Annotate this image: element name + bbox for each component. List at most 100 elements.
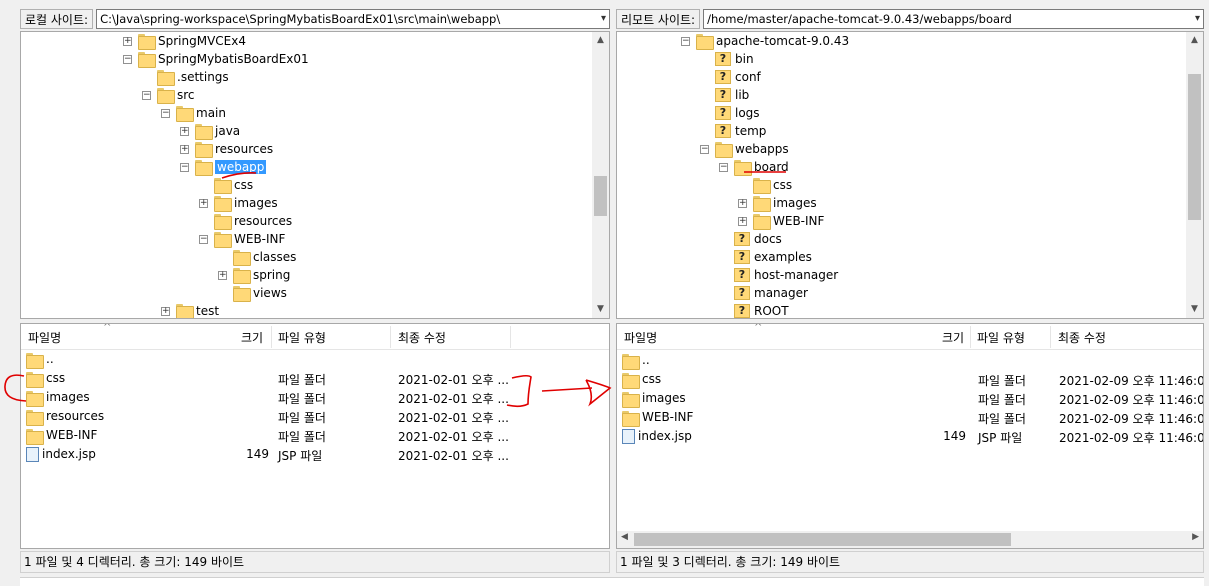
scroll-thumb[interactable] xyxy=(1188,74,1201,220)
file-row[interactable]: WEB-INF 파일 폴더 2021-02-09 오후 11:46:00 xyxy=(617,408,1203,427)
local-directory-tree[interactable]: ▲ ▼ + SpringMVCEx4 − SpringMybatisBoardEx01… xyxy=(20,31,610,319)
tree-node[interactable]: − src xyxy=(142,86,195,104)
tree-node[interactable]: classes xyxy=(218,248,296,266)
remote-file-list[interactable]: 파일명 ^ 크기 파일 유형 최종 수정 ◀ ▶ .. css 파일 폴더 2021-… xyxy=(616,323,1204,549)
file-row[interactable]: .. xyxy=(21,350,609,369)
tree-node[interactable]: + resources xyxy=(180,140,273,158)
chevron-down-icon[interactable]: ▾ xyxy=(1195,10,1200,28)
collapse-icon[interactable]: − xyxy=(719,162,728,172)
file-name-cell: css xyxy=(622,372,661,389)
tree-node[interactable]: + WEB-INF xyxy=(738,212,824,230)
tree-node[interactable]: ? ROOT xyxy=(719,302,789,318)
tree-node[interactable]: css xyxy=(738,176,792,194)
collapse-icon[interactable]: − xyxy=(180,162,189,172)
tree-node[interactable]: css xyxy=(199,176,253,194)
expand-icon[interactable]: + xyxy=(218,270,227,280)
tree-node[interactable]: + spring xyxy=(218,266,290,284)
remote-tree-scrollbar[interactable]: ▲ ▼ xyxy=(1186,32,1203,318)
scroll-thumb[interactable] xyxy=(634,533,1011,546)
file-row[interactable]: css 파일 폴더 2021-02-09 오후 11:46:00 xyxy=(617,370,1203,389)
tree-node[interactable]: − main xyxy=(161,104,226,122)
expand-icon[interactable]: + xyxy=(738,216,747,226)
tree-node[interactable]: ? host-manager xyxy=(719,266,838,284)
folder-icon xyxy=(214,178,232,194)
file-type-cell: JSP 파일 xyxy=(978,431,1023,445)
collapse-icon[interactable]: − xyxy=(681,36,690,46)
tree-node[interactable]: ? bin xyxy=(700,50,754,68)
remote-site-bar: 리모트 사이트: /home/master/apache-tomcat-9.0.… xyxy=(616,8,1204,30)
expand-icon[interactable]: + xyxy=(738,198,747,208)
tree-node[interactable]: ? logs xyxy=(700,104,760,122)
column-type-header[interactable]: 파일 유형 xyxy=(278,329,326,346)
scroll-thumb[interactable] xyxy=(594,176,607,216)
tree-node[interactable]: resources xyxy=(199,212,292,230)
tree-node[interactable]: − webapp xyxy=(180,158,267,176)
remote-directory-tree[interactable]: ▲ ▼ − apache-tomcat-9.0.43? bin? conf? lib? l… xyxy=(616,31,1204,319)
tree-node[interactable]: ? temp xyxy=(700,122,766,140)
local-path-input[interactable]: C:\Java\spring-workspace\SpringMybatisBo… xyxy=(96,9,610,29)
collapse-icon[interactable]: − xyxy=(123,54,132,64)
tree-node[interactable]: − WEB-INF xyxy=(199,230,285,248)
column-size-header[interactable]: 크기 xyxy=(241,329,263,346)
column-modified-header[interactable]: 최종 수정 xyxy=(1058,329,1106,346)
column-name-header[interactable]: 파일명 xyxy=(28,329,61,346)
tree-node[interactable]: − apache-tomcat-9.0.43 xyxy=(681,32,849,50)
tree-node[interactable]: − SpringMybatisBoardEx01 xyxy=(123,50,309,68)
expand-icon[interactable]: + xyxy=(180,126,189,136)
tree-node[interactable]: views xyxy=(218,284,287,302)
scroll-down-icon[interactable]: ▼ xyxy=(1186,301,1203,318)
folder-icon xyxy=(622,391,640,408)
tree-node[interactable]: .settings xyxy=(142,68,229,86)
scroll-up-icon[interactable]: ▲ xyxy=(592,32,609,49)
scroll-right-icon[interactable]: ▶ xyxy=(1192,532,1199,542)
file-row[interactable]: .. xyxy=(617,351,1203,370)
scroll-down-icon[interactable]: ▼ xyxy=(592,301,609,318)
file-name: index.jsp xyxy=(638,429,692,443)
scroll-up-icon[interactable]: ▲ xyxy=(1186,32,1203,49)
column-size-header[interactable]: 크기 xyxy=(942,329,964,346)
remote-path-input[interactable]: /home/master/apache-tomcat-9.0.43/webapp… xyxy=(703,9,1204,29)
local-file-list[interactable]: 파일명 ^ 크기 파일 유형 최종 수정 .. css 파일 폴더 2021-02-0… xyxy=(20,323,610,549)
file-row[interactable]: index.jsp 149 JSP 파일 2021-02-01 오후 ... xyxy=(21,445,609,464)
tree-node[interactable]: + images xyxy=(199,194,278,212)
tree-node[interactable]: ? manager xyxy=(719,284,808,302)
expand-icon[interactable]: + xyxy=(123,36,132,46)
tree-node[interactable]: − webapps xyxy=(700,140,789,158)
remote-list-hscrollbar[interactable]: ◀ ▶ xyxy=(617,531,1203,548)
tree-node[interactable]: + java xyxy=(180,122,240,140)
file-row[interactable]: images 파일 폴더 2021-02-01 오후 ... xyxy=(21,388,609,407)
collapse-icon[interactable]: − xyxy=(161,108,170,118)
tree-node[interactable]: + SpringMVCEx4 xyxy=(123,32,246,50)
collapse-icon[interactable]: − xyxy=(142,90,151,100)
column-name-header[interactable]: 파일명 xyxy=(624,329,657,346)
file-row[interactable]: resources 파일 폴더 2021-02-01 오후 ... xyxy=(21,407,609,426)
tree-node-label: resources xyxy=(215,142,274,156)
tree-node[interactable]: ? lib xyxy=(700,86,749,104)
folder-icon xyxy=(26,390,44,407)
local-tree-scrollbar[interactable]: ▲ ▼ xyxy=(592,32,609,318)
tree-node[interactable]: ? conf xyxy=(700,68,761,86)
expand-icon[interactable]: + xyxy=(180,144,189,154)
tree-node-label: ROOT xyxy=(754,304,789,318)
tree-node[interactable]: − board xyxy=(719,158,789,176)
expand-icon[interactable]: + xyxy=(161,306,170,316)
tree-node[interactable]: ? examples xyxy=(719,248,812,266)
tree-node-label: manager xyxy=(754,286,808,300)
file-name-cell: .. xyxy=(26,352,54,369)
file-row[interactable]: WEB-INF 파일 폴더 2021-02-01 오후 ... xyxy=(21,426,609,445)
tree-node[interactable]: ? docs xyxy=(719,230,782,248)
file-type-cell: 파일 폴더 xyxy=(978,412,1026,426)
collapse-icon[interactable]: − xyxy=(199,234,208,244)
expand-icon[interactable]: + xyxy=(199,198,208,208)
column-type-header[interactable]: 파일 유형 xyxy=(977,329,1025,346)
file-row[interactable]: images 파일 폴더 2021-02-09 오후 11:46:00 xyxy=(617,389,1203,408)
file-row[interactable]: css 파일 폴더 2021-02-01 오후 ... xyxy=(21,369,609,388)
collapse-icon[interactable]: − xyxy=(700,144,709,154)
tree-node[interactable]: + images xyxy=(738,194,817,212)
file-row[interactable]: index.jsp 149 JSP 파일 2021-02-09 오후 11:46:00 xyxy=(617,427,1203,446)
file-name: .. xyxy=(642,353,650,367)
column-modified-header[interactable]: 최종 수정 xyxy=(398,329,446,346)
tree-node[interactable]: + test xyxy=(161,302,219,318)
scroll-left-icon[interactable]: ◀ xyxy=(621,532,628,542)
chevron-down-icon[interactable]: ▾ xyxy=(601,10,606,28)
